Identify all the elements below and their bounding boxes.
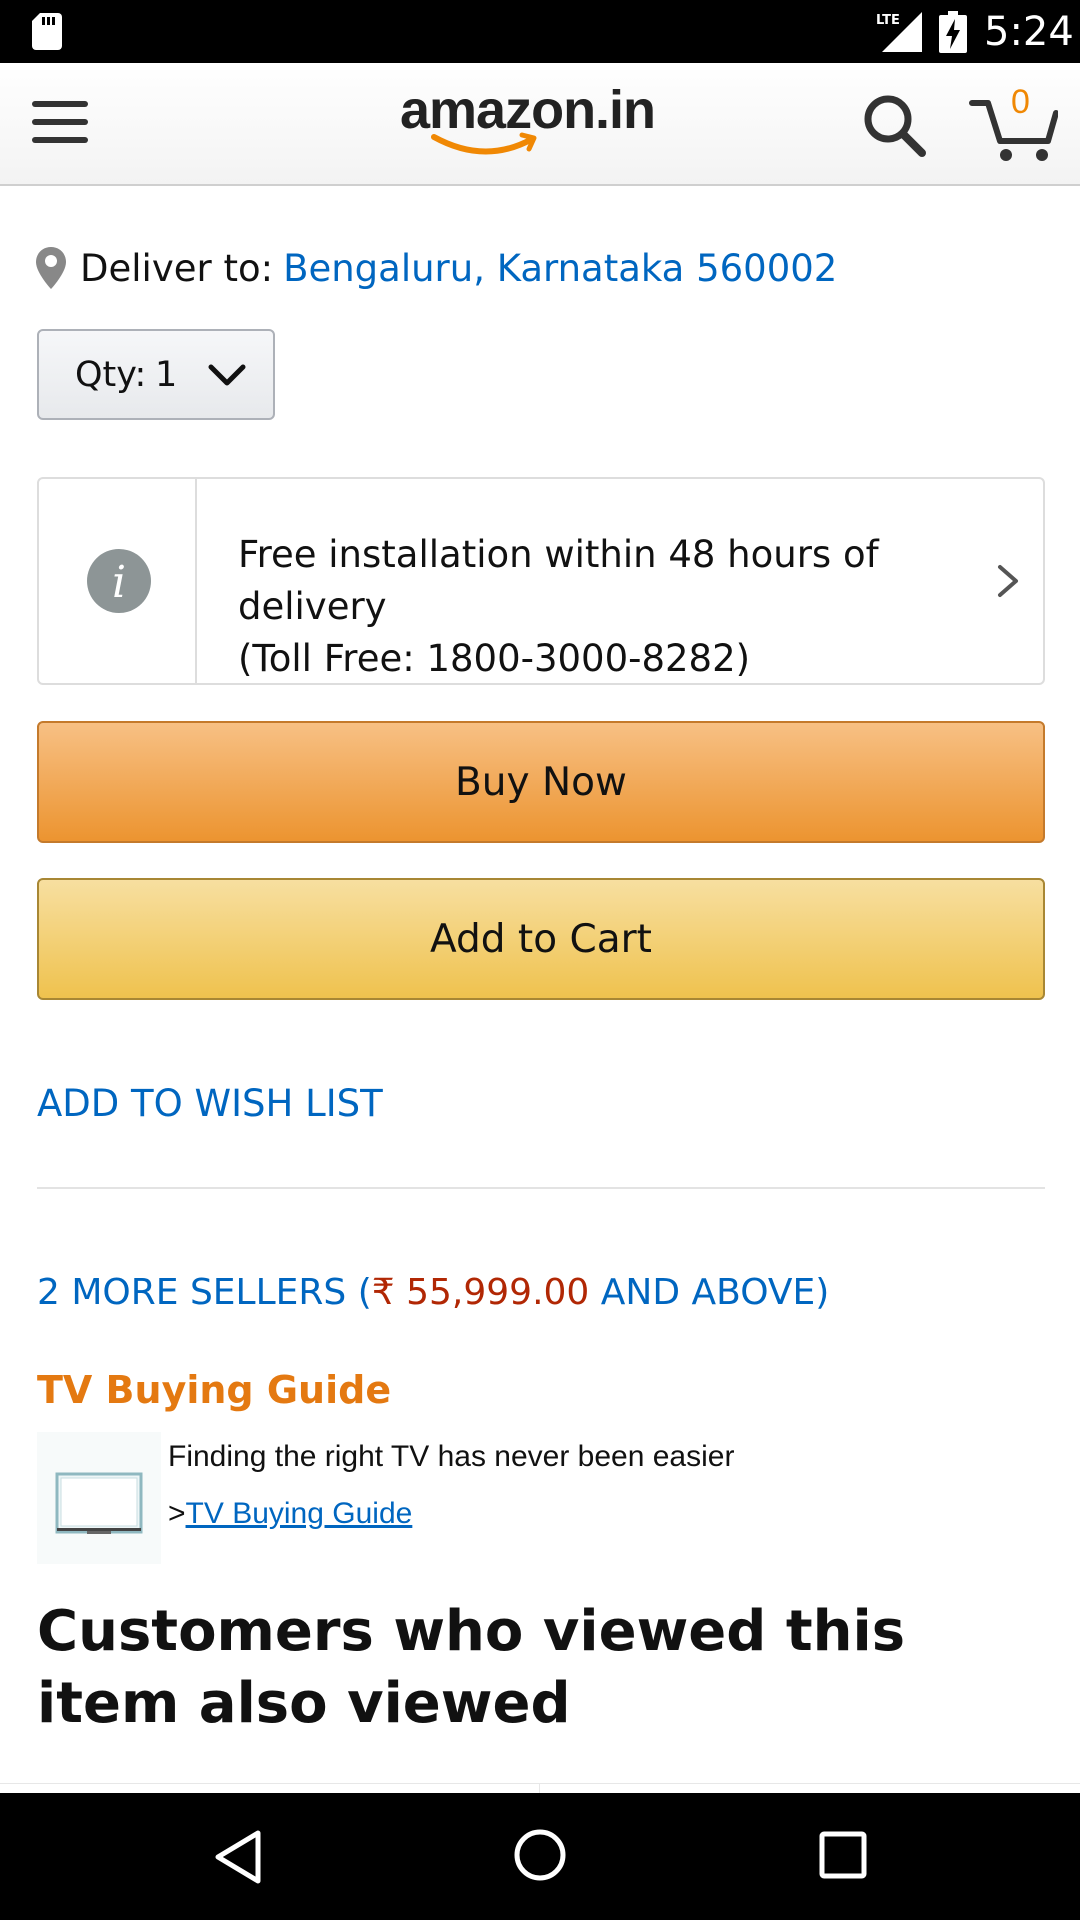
menu-icon[interactable]: [32, 97, 90, 147]
info-icon: i: [87, 549, 151, 613]
section-divider: [37, 1187, 1045, 1189]
recents-icon[interactable]: [817, 1829, 869, 1881]
deliver-label: Deliver to:: [80, 246, 274, 290]
sd-card-icon: [32, 13, 62, 50]
sellers-prefix: 2 MORE SELLERS (: [37, 1272, 372, 1313]
tv-guide-link[interactable]: TV Buying Guide: [186, 1497, 413, 1530]
lte-signal-icon: LTE: [876, 12, 922, 52]
tv-icon[interactable]: [37, 1432, 161, 1564]
quantity-label: Qty:: [75, 355, 147, 395]
info-icon-cell: i: [39, 479, 197, 683]
home-icon[interactable]: [510, 1825, 570, 1885]
tv-guide-link-row: >TV Buying Guide: [168, 1497, 412, 1531]
logo-smile-icon: [431, 132, 537, 155]
svg-text:i: i: [112, 557, 126, 608]
status-bar: LTE 5:24: [0, 0, 1080, 63]
deliver-to-row[interactable]: Deliver to: Bengaluru, Karnataka 560002: [36, 243, 837, 293]
sellers-suffix: AND ABOVE): [589, 1272, 830, 1313]
deliver-location-link[interactable]: Bengaluru, Karnataka 560002: [283, 247, 837, 290]
back-icon[interactable]: [210, 1827, 266, 1887]
carousel-top-border: [0, 1783, 1080, 1784]
tv-guide-description: Finding the right TV has never been easi…: [168, 1440, 735, 1473]
installation-info-card[interactable]: i Free installation within 48 hours of d…: [37, 477, 1045, 685]
cart-count-badge: 0: [1011, 83, 1030, 121]
also-viewed-heading: Customers who viewed this item also view…: [37, 1599, 906, 1736]
chevron-right-icon: [998, 565, 1018, 597]
installation-line-2: (Toll Free: 1800-3000-8282): [238, 637, 751, 680]
carousel-separator: [539, 1783, 540, 1793]
cart-button[interactable]: 0: [968, 83, 1058, 165]
add-to-wish-list-link[interactable]: ADD TO WISH LIST: [37, 1082, 383, 1125]
quantity-select[interactable]: Qty: 1: [37, 329, 275, 420]
chevron-down-icon: [208, 364, 246, 386]
location-pin-icon: [36, 247, 66, 289]
amazon-logo[interactable]: amazon.in: [400, 79, 680, 169]
search-icon[interactable]: [862, 93, 926, 157]
sellers-price: ₹ 55,999.00: [371, 1272, 590, 1313]
installation-text: Free installation within 48 hours of del…: [238, 529, 1018, 685]
tv-guide-title: TV Buying Guide: [37, 1368, 392, 1412]
app-header: amazon.in 0: [0, 63, 1080, 186]
quantity-value: 1: [155, 355, 178, 395]
buy-now-button[interactable]: Buy Now: [37, 721, 1045, 843]
more-sellers-link[interactable]: 2 MORE SELLERS (₹ 55,999.00 AND ABOVE): [37, 1272, 829, 1313]
status-clock: 5:24: [984, 9, 1074, 55]
add-to-cart-button[interactable]: Add to Cart: [37, 878, 1045, 1000]
svg-text:LTE: LTE: [876, 13, 900, 28]
system-nav-bar: [0, 1793, 1080, 1920]
battery-charging-icon: [939, 11, 967, 53]
installation-line-1: Free installation within 48 hours of del…: [238, 533, 879, 628]
tv-guide-link-prefix: >: [168, 1497, 186, 1530]
